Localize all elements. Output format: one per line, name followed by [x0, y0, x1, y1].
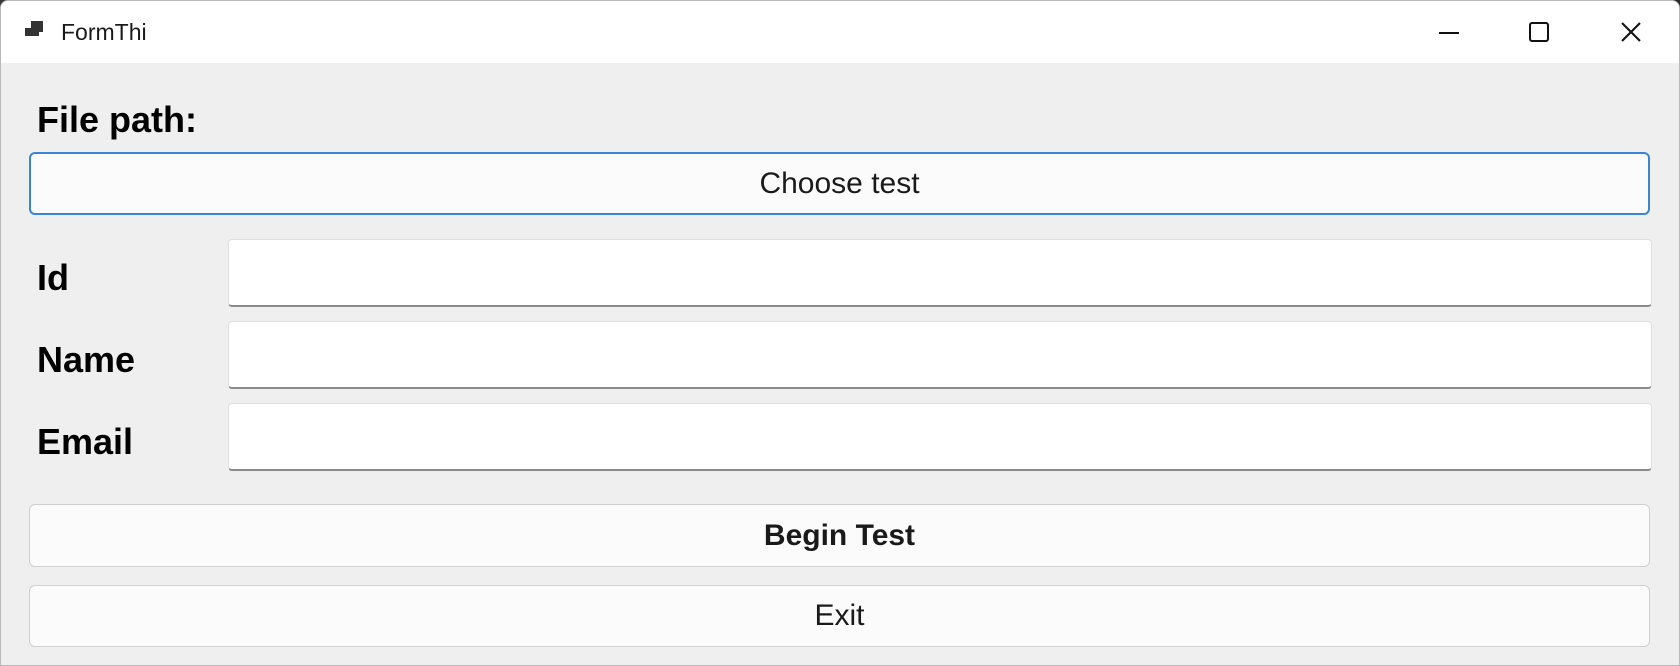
- begin-test-button[interactable]: Begin Test: [29, 504, 1650, 567]
- id-field[interactable]: [228, 239, 1652, 307]
- exit-button[interactable]: Exit: [29, 585, 1650, 647]
- maximize-icon: [1529, 22, 1549, 42]
- file-path-label: File path:: [37, 99, 197, 140]
- email-field[interactable]: [228, 403, 1652, 471]
- name-field[interactable]: [228, 321, 1652, 389]
- minimize-button[interactable]: [1403, 1, 1495, 63]
- title-bar[interactable]: FormThi: [1, 1, 1679, 63]
- name-label: Name: [37, 339, 136, 380]
- minimize-icon: [1439, 32, 1459, 34]
- id-label: Id: [37, 257, 69, 298]
- email-label: Email: [37, 421, 134, 462]
- close-button[interactable]: [1585, 1, 1677, 63]
- form-window: FormThi File path: Choose test Id Name E…: [0, 0, 1680, 666]
- app-window-icon: [25, 21, 43, 36]
- close-icon: [1621, 22, 1641, 42]
- maximize-button[interactable]: [1493, 1, 1585, 63]
- choose-test-button[interactable]: Choose test: [29, 152, 1650, 215]
- window-title: FormThi: [61, 19, 147, 45]
